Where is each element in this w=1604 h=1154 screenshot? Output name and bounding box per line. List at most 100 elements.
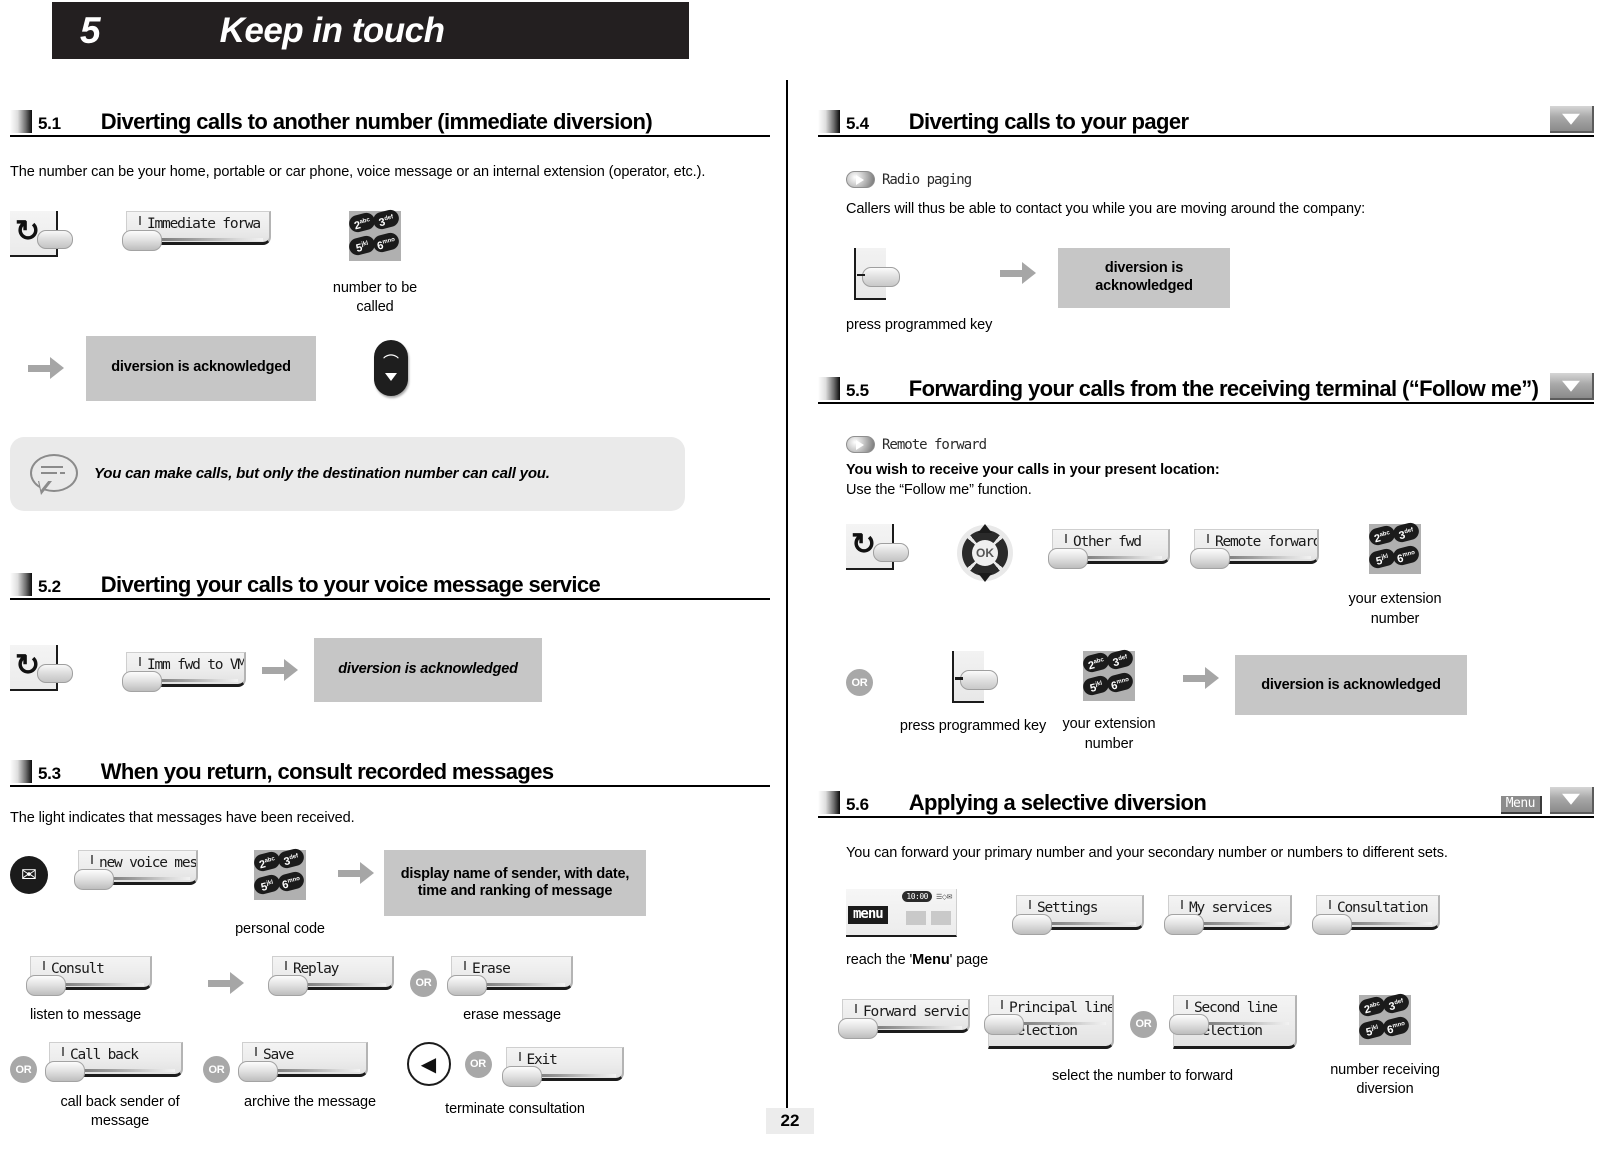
screen-clock: 10:00 <box>902 891 932 903</box>
softkey-settings[interactable]: Settings <box>1012 895 1144 936</box>
caption-number-receiving-diversion: number receiving diversion <box>1330 1061 1440 1098</box>
feature-arrow-icon <box>846 171 875 188</box>
section-5-5-steps-row-2: OR press programmed key 2abc 3def 5jkl 6… <box>846 648 1594 754</box>
section-gradient-bar <box>10 110 32 133</box>
section-5-1-title: Diverting calls to another number (immed… <box>100 109 653 134</box>
section-5-6-steps-row-2: Forward service Principal line selection <box>838 991 1594 1100</box>
arrow-right-icon <box>1183 667 1223 690</box>
keypad-key-2: 2abc <box>252 850 282 874</box>
section-5-3-intro: The light indicates that messages have b… <box>10 809 355 826</box>
result-box-diversion-acknowledged: diversion is acknowledged <box>314 637 542 702</box>
section-5-5-header: 5.5 Forwarding your calls from the recei… <box>818 367 1594 405</box>
softkey-other-fwd[interactable]: Other fwd <box>1048 529 1170 570</box>
keypad-icon[interactable]: 2abc 3def 5jkl 6mno <box>1081 648 1135 702</box>
caption-press-programmed-key: press programmed key <box>899 718 1047 735</box>
section-5-2: 5.2 Diverting your calls to your voice m… <box>10 563 770 600</box>
programmed-key-icon[interactable] <box>944 651 1002 705</box>
softkey-new-voice-message[interactable]: new voice mess <box>74 850 198 891</box>
or-badge: OR <box>203 1056 230 1084</box>
softkey-replay-label: Replay <box>293 960 339 977</box>
section-5-5: 5.5 Forwarding your calls from the recei… <box>818 367 1594 405</box>
section-5-3-steps-row-3: OR Call back call back sender of message… <box>10 1042 770 1132</box>
or-badge: OR <box>410 969 437 997</box>
softkey-immediate-forward[interactable]: Immediate forwa <box>122 210 271 251</box>
softkey-remote-forward[interactable]: Remote forward <box>1190 529 1319 570</box>
softkey-replay[interactable]: Replay <box>268 955 394 996</box>
feature-remote-forward-label: Remote forward <box>882 436 987 453</box>
navigator-ok-icon[interactable]: OK <box>956 524 1014 583</box>
caption-terminate-consultation: terminate consultation <box>445 1101 585 1118</box>
keypad-key-5: 5jkl <box>1081 674 1111 698</box>
keypad-icon[interactable]: 2abc 3def 5jkl 6mno <box>252 847 306 901</box>
softkey-consult[interactable]: Consult <box>26 955 152 996</box>
redial-key-icon[interactable]: ↺ <box>10 210 78 261</box>
caption-number-to-be-called: number to be called <box>332 279 418 316</box>
chevron-down-icon[interactable] <box>1550 373 1594 401</box>
softkey-call-back[interactable]: Call back <box>45 1042 183 1083</box>
softkey-forward-service[interactable]: Forward service <box>838 998 970 1039</box>
softkey-consultation[interactable]: Consultation <box>1312 895 1440 936</box>
section-5-1-number: 5.1 <box>38 114 61 133</box>
hangup-key-icon[interactable]: ⌒ <box>374 340 408 397</box>
keypad-key-2: 2abc <box>1081 651 1111 675</box>
section-gradient-bar <box>10 759 32 783</box>
section-5-3-steps-row-1: ✉ new voice mess 2abc 3def 5jkl 6mno per… <box>10 847 770 940</box>
right-column: 5.4 Diverting calls to your pager Radio … <box>818 100 1594 1100</box>
caption-listen-to-message: listen to message <box>30 1007 142 1024</box>
programmed-key-icon[interactable] <box>846 247 904 302</box>
feature-remote-forward: Remote forward <box>846 436 1594 454</box>
softkey-my-services[interactable]: My services <box>1164 895 1292 936</box>
keypad-icon[interactable]: 2abc 3def 5jkl 6mno <box>1367 521 1421 575</box>
section-5-2-steps-row: ↺ Imm fwd to VM diversion is acknowledge… <box>10 637 770 702</box>
redial-key-icon[interactable]: ↺ <box>10 644 78 695</box>
caption-call-back-sender: call back sender of message <box>60 1093 180 1130</box>
softkey-consultation-label: Consultation <box>1337 900 1429 917</box>
left-column: 5.1 Diverting calls to another number (i… <box>10 100 770 1132</box>
section-5-1: 5.1 Diverting calls to another number (i… <box>10 100 770 137</box>
section-5-4-title: Diverting calls to your pager <box>908 109 1189 134</box>
keypad-icon[interactable]: 2abc 3def 5jkl 6mno <box>1357 991 1411 1045</box>
section-gradient-bar <box>818 377 840 401</box>
caption-reach-menu-page: reach the 'Menu' page <box>846 952 989 969</box>
chapter-banner: 5 Keep in touch <box>52 2 689 59</box>
feature-arrow-icon <box>846 436 875 454</box>
result-box-display-sender: display name of sender, with date, time … <box>384 850 646 917</box>
section-5-4: 5.4 Diverting calls to your pager <box>818 100 1594 137</box>
keypad-key-6: 6mno <box>276 870 306 894</box>
softkey-principal-line-selection[interactable]: Principal line selection <box>984 994 1114 1049</box>
arrow-right-icon <box>28 357 68 380</box>
note-box: You can make calls, but only the destina… <box>10 436 685 511</box>
section-gradient-bar <box>818 790 840 814</box>
caption-your-extension-number: your extension number <box>1348 591 1442 627</box>
softkey-second-line-selection[interactable]: Second line selection <box>1169 994 1297 1049</box>
softkey-exit[interactable]: Exit <box>501 1046 624 1087</box>
result-box-diversion-acknowledged: diversion is acknowledged <box>1058 247 1230 308</box>
or-badge: OR <box>846 669 873 697</box>
arrow-right-icon <box>338 862 378 885</box>
keypad-key-2: 2abc <box>1367 524 1397 548</box>
redial-key-icon[interactable]: ↺ <box>846 524 914 574</box>
chevron-down-icon[interactable] <box>1550 786 1594 814</box>
result-box-diversion-acknowledged: diversion is acknowledged <box>1235 655 1467 716</box>
softkey-erase[interactable]: Erase <box>447 955 573 996</box>
screen-menu-label: menu <box>848 906 888 924</box>
softkey-save[interactable]: Save <box>238 1042 368 1083</box>
keypad-key-3: 3def <box>1391 521 1421 545</box>
softkey-principal-line-selection-label-1: Principal line <box>1009 999 1114 1016</box>
section-gradient-bar <box>10 572 32 596</box>
menu-badge[interactable]: Menu <box>1500 795 1542 814</box>
chevron-down-icon[interactable] <box>1550 106 1594 133</box>
phone-display-menu-screen[interactable]: 10:00 ☰◇✉ menu <box>846 889 957 938</box>
section-5-1-steps-row-2: diversion is acknowledged ⌒ <box>10 335 770 401</box>
softkey-settings-label: Settings <box>1037 900 1098 917</box>
caption-archive-message: archive the message <box>244 1093 376 1110</box>
keypad-icon[interactable]: 2abc 3def 5jkl 6mno <box>347 207 401 261</box>
note-text: You can make calls, but only the destina… <box>94 465 550 483</box>
feature-radio-paging-label: Radio paging <box>882 171 972 188</box>
rewind-icon[interactable]: ◀ <box>406 1042 451 1087</box>
redial-arrow-icon: ↺ <box>851 528 877 562</box>
section-5-3-header: 5.3 When you return, consult recorded me… <box>10 750 770 787</box>
softkey-imm-fwd-to-vm[interactable]: Imm fwd to VM <box>122 652 246 693</box>
section-5-2-title: Diverting your calls to your voice messa… <box>100 571 601 597</box>
section-5-6-steps-row-1: 10:00 ☰◇✉ menu reach the 'Menu' page Set… <box>846 889 1594 971</box>
